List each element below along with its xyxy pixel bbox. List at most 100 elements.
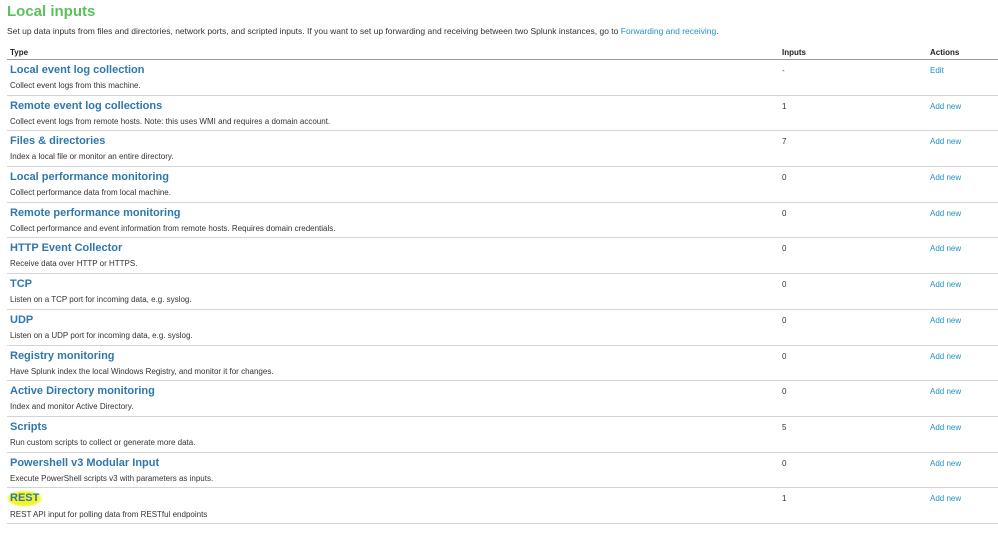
column-header-inputs: Inputs bbox=[779, 46, 927, 60]
input-type-link-http-event-collector[interactable]: HTTP Event Collector bbox=[10, 242, 122, 255]
input-type-description: Receive data over HTTP or HTTPS. bbox=[10, 259, 138, 269]
forwarding-receiving-link[interactable]: Forwarding and receiving bbox=[621, 26, 716, 36]
actions-cell: Add new bbox=[927, 487, 998, 524]
actions-cell: Add new bbox=[927, 452, 998, 489]
type-cell: Active Directory monitoring Index and mo… bbox=[7, 380, 779, 417]
input-type-link-registry-monitoring[interactable]: Registry monitoring bbox=[10, 350, 115, 363]
add-new-link[interactable]: Add new bbox=[930, 209, 961, 218]
input-type-link-rest[interactable]: REST bbox=[6, 490, 44, 508]
table-row: Powershell v3 Modular Input Execute Powe… bbox=[7, 452, 998, 489]
add-new-link[interactable]: Add new bbox=[930, 244, 961, 253]
table-row: TCP Listen on a TCP port for incoming da… bbox=[7, 273, 998, 310]
actions-cell: Add new bbox=[927, 202, 998, 239]
input-type-link-local-performance[interactable]: Local performance monitoring bbox=[10, 171, 169, 184]
input-type-description: Have Splunk index the local Windows Regi… bbox=[10, 366, 274, 376]
add-new-link[interactable]: Add new bbox=[930, 280, 961, 289]
table-row: Local performance monitoring Collect per… bbox=[7, 166, 998, 203]
input-type-description: Listen on a UDP port for incoming data, … bbox=[10, 330, 193, 340]
input-type-link-powershell-v3[interactable]: Powershell v3 Modular Input bbox=[10, 457, 159, 470]
table-row: HTTP Event Collector Receive data over H… bbox=[7, 237, 998, 275]
input-type-description: Execute PowerShell scripts v3 with param… bbox=[10, 473, 214, 483]
actions-cell: Edit bbox=[927, 59, 998, 96]
table-row: Remote event log collections Collect eve… bbox=[7, 95, 998, 132]
add-new-link[interactable]: Add new bbox=[930, 352, 961, 361]
table-row: REST REST API input for polling data fro… bbox=[6, 487, 998, 524]
input-type-description: Collect event logs from remote hosts. No… bbox=[10, 116, 331, 126]
inputs-count: 0 bbox=[782, 244, 787, 254]
inputs-cell: 0 bbox=[779, 452, 927, 489]
table-row: Files & directories Index a local file o… bbox=[7, 130, 998, 168]
actions-cell: Add new bbox=[927, 416, 998, 453]
inputs-cell: 0 bbox=[779, 273, 927, 310]
inputs-count: 7 bbox=[782, 137, 787, 147]
column-header-actions: Actions bbox=[927, 46, 998, 60]
page-description-suffix: . bbox=[716, 26, 719, 36]
table-row: Scripts Run custom scripts to collect or… bbox=[7, 416, 998, 453]
inputs-count: 0 bbox=[782, 315, 787, 325]
actions-cell: Add new bbox=[927, 345, 998, 382]
inputs-cell: 0 bbox=[779, 309, 927, 346]
inputs-cell: 0 bbox=[779, 345, 927, 382]
actions-cell: Add new bbox=[927, 309, 998, 346]
inputs-cell: - bbox=[779, 59, 927, 96]
add-new-link[interactable]: Add new bbox=[930, 494, 961, 503]
actions-cell: Add new bbox=[927, 130, 998, 168]
input-type-description: Collect performance data from local mach… bbox=[10, 188, 171, 198]
add-new-link[interactable]: Add new bbox=[930, 173, 961, 182]
add-new-link[interactable]: Add new bbox=[930, 459, 961, 468]
inputs-count: 5 bbox=[782, 422, 787, 432]
type-cell: Remote event log collections Collect eve… bbox=[7, 95, 779, 132]
type-cell: Registry monitoring Have Splunk index th… bbox=[7, 345, 779, 382]
input-type-link-remote-performance[interactable]: Remote performance monitoring bbox=[10, 207, 181, 220]
actions-cell: Add new bbox=[927, 237, 998, 275]
type-cell: Local performance monitoring Collect per… bbox=[7, 166, 779, 203]
inputs-cell: 0 bbox=[779, 166, 927, 203]
input-type-description: Run custom scripts to collect or generat… bbox=[10, 437, 196, 447]
inputs-table: Type Inputs Actions Local event log coll… bbox=[6, 46, 998, 524]
add-new-link[interactable]: Add new bbox=[930, 137, 961, 146]
add-new-link[interactable]: Add new bbox=[930, 423, 961, 432]
add-new-link[interactable]: Add new bbox=[930, 102, 961, 111]
page-description: Set up data inputs from files and direct… bbox=[7, 25, 998, 37]
inputs-count: 1 bbox=[782, 101, 787, 111]
add-new-link[interactable]: Add new bbox=[930, 387, 961, 396]
table-row: Active Directory monitoring Index and mo… bbox=[7, 380, 998, 417]
type-cell: REST REST API input for polling data fro… bbox=[6, 487, 779, 524]
input-type-link-local-event-log[interactable]: Local event log collection bbox=[10, 64, 144, 77]
table-row: Registry monitoring Have Splunk index th… bbox=[7, 345, 998, 382]
inputs-count: 1 bbox=[782, 494, 787, 504]
table-row: UDP Listen on a UDP port for incoming da… bbox=[7, 309, 998, 346]
type-cell: Files & directories Index a local file o… bbox=[7, 130, 779, 168]
actions-cell: Add new bbox=[927, 273, 998, 310]
input-type-link-active-directory[interactable]: Active Directory monitoring bbox=[10, 385, 155, 398]
table-row: Remote performance monitoring Collect pe… bbox=[7, 202, 998, 239]
inputs-cell: 0 bbox=[779, 380, 927, 417]
input-type-description: Collect performance and event informatio… bbox=[10, 223, 336, 233]
actions-cell: Add new bbox=[927, 166, 998, 203]
inputs-count: 0 bbox=[782, 458, 787, 468]
input-type-link-tcp[interactable]: TCP bbox=[10, 278, 32, 291]
add-new-link[interactable]: Add new bbox=[930, 316, 961, 325]
input-type-link-scripts[interactable]: Scripts bbox=[10, 421, 47, 434]
table-row: Local event log collection Collect event… bbox=[7, 59, 998, 96]
input-type-link-udp[interactable]: UDP bbox=[10, 314, 33, 327]
local-inputs-page: Local inputs Set up data inputs from fil… bbox=[6, 0, 998, 524]
input-type-description: Index and monitor Active Directory. bbox=[10, 402, 134, 412]
input-type-description: Listen on a TCP port for incoming data, … bbox=[10, 295, 192, 305]
type-cell: UDP Listen on a UDP port for incoming da… bbox=[7, 309, 779, 346]
inputs-cell: 1 bbox=[779, 95, 927, 132]
edit-link[interactable]: Edit bbox=[930, 66, 944, 75]
input-type-description: Collect event logs from this machine. bbox=[10, 81, 141, 90]
inputs-cell: 1 bbox=[779, 487, 927, 524]
inputs-count: 0 bbox=[782, 280, 787, 290]
input-type-description: REST API input for polling data from RES… bbox=[10, 510, 208, 520]
inputs-cell: 0 bbox=[779, 237, 927, 275]
column-header-type: Type bbox=[7, 46, 779, 60]
input-type-link-remote-event-log[interactable]: Remote event log collections bbox=[10, 100, 162, 113]
inputs-cell: 0 bbox=[779, 202, 927, 239]
type-cell: HTTP Event Collector Receive data over H… bbox=[7, 237, 779, 275]
type-cell: Scripts Run custom scripts to collect or… bbox=[7, 416, 779, 453]
input-type-link-files-directories[interactable]: Files & directories bbox=[10, 135, 105, 148]
inputs-cell: 7 bbox=[779, 130, 927, 168]
inputs-count: 0 bbox=[782, 173, 787, 183]
